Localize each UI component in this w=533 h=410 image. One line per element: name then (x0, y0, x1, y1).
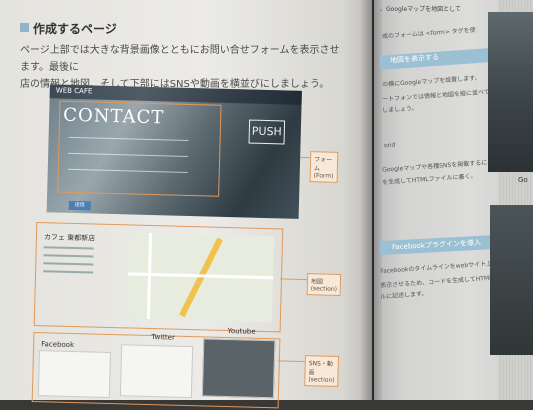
mockup-heading: CONTACT (62, 104, 165, 129)
hero-background-image: WEB CAFE CONTACT PUSH 送信 (46, 84, 302, 219)
callout-map: 地図(section) (306, 273, 342, 296)
sns-twitter-label: Twitter (151, 333, 175, 342)
door-push-sign: PUSH (248, 119, 286, 145)
section-title: 作成するページ (33, 22, 117, 36)
callout-sns: SNS・動画(section) (304, 355, 340, 387)
mockup-map (126, 232, 275, 323)
right-page-photo (490, 205, 533, 355)
twitter-widget (119, 344, 194, 399)
youtube-widget (201, 338, 276, 399)
book-gutter-shadow (360, 0, 382, 400)
go-label: Go (518, 176, 528, 184)
sns-facebook-label: Facebook (41, 340, 75, 350)
facebook-widget (37, 350, 112, 398)
intro-line-1: ページ上部では大きな背景画像とともにお問い合せフォームを表示させます。最後に (20, 45, 340, 73)
section-marker-icon (20, 23, 29, 32)
callout-connector (277, 360, 305, 363)
right-page-photo (488, 12, 533, 172)
right-page-top-text: 、Googleマップを地図として (380, 6, 461, 13)
sns-label: ond (383, 141, 396, 150)
mockup-logo: WEB CAFE (55, 86, 93, 96)
page-mockup-figure: WEB CAFE CONTACT PUSH 送信 フォーム(Form) カフェ … (30, 84, 342, 409)
sns-youtube-label: Youtube (227, 327, 256, 336)
callout-connector (300, 156, 311, 159)
mockup-shop-name: カフェ 東都新店 (43, 233, 96, 243)
mockup-submit-button: 送信 (68, 200, 91, 211)
callout-form: フォーム(Form) (309, 151, 339, 183)
callout-connector (279, 278, 307, 281)
